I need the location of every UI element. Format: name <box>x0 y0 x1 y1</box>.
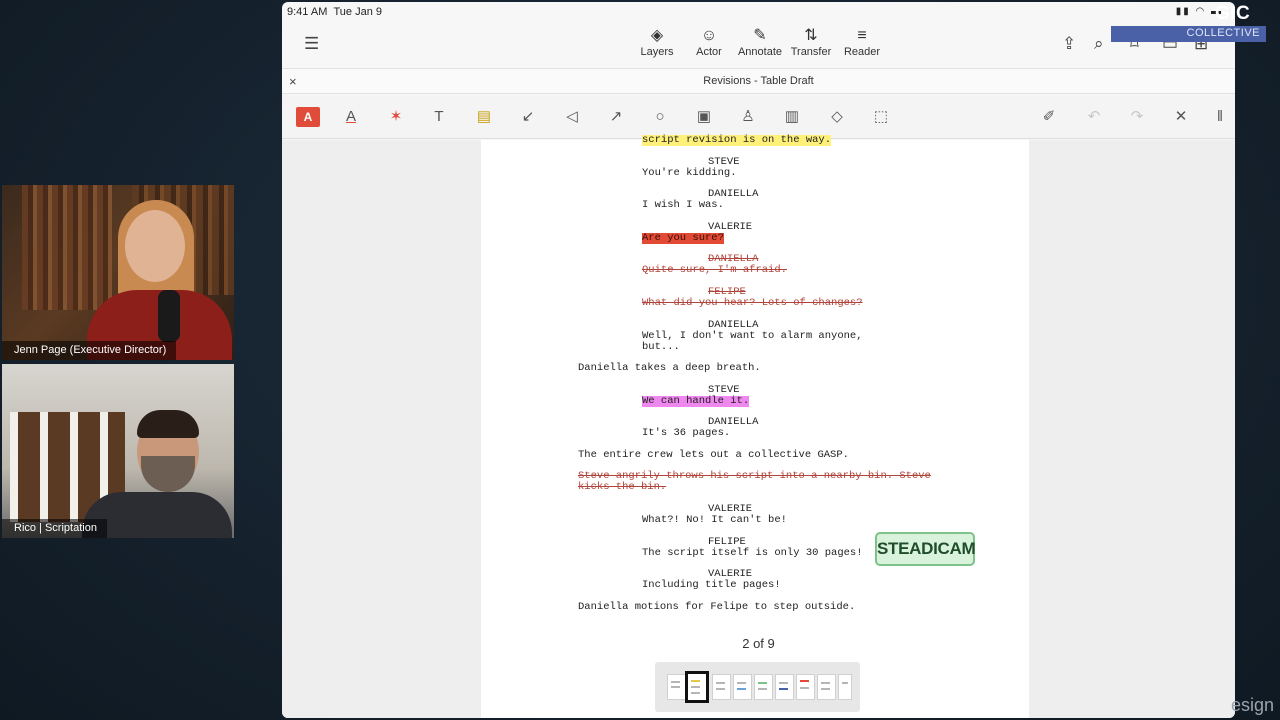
redo-icon[interactable]: ↷ <box>1125 107 1149 127</box>
reader-lines-icon: ≡ <box>857 27 867 44</box>
note-tool-icon[interactable]: ▥ <box>780 107 804 127</box>
person-hair <box>137 410 199 438</box>
document-title: Revisions - Table Draft <box>703 75 814 87</box>
page-thumbnail[interactable] <box>817 674 836 700</box>
dialogue-line-struck: Quite sure, I'm afraid. <box>642 264 787 276</box>
page-thumbnail[interactable] <box>733 674 752 700</box>
bookshelf <box>22 185 112 310</box>
dialogue-line: What?! No! It can't be! <box>642 514 787 526</box>
participant-name: Jenn Page (Executive Director) <box>2 341 177 360</box>
image-tool-icon[interactable]: ▣ <box>692 107 716 127</box>
dialogue-line-highlighted: Are you sure? <box>642 232 724 244</box>
transfer-button[interactable]: ⇅ Transfer <box>784 26 838 58</box>
pen-settings-icon[interactable]: ✐ <box>1037 107 1061 127</box>
page-thumbnail[interactable] <box>667 674 686 700</box>
status-bar: 9:41 AM Tue Jan 9 ▮▮ ◠ ▬ <box>282 2 1235 24</box>
dialogue-line: It's 36 pages. <box>642 427 731 439</box>
action-line-struck: kicks the bin. <box>578 481 667 493</box>
video-tile-rico: Rico | Scriptation <box>2 364 234 538</box>
action-line: The entire crew lets out a collective GA… <box>578 449 849 461</box>
layers-button[interactable]: ◈ Layers <box>630 26 684 58</box>
page-indicator: 2 of 9 <box>742 636 775 651</box>
layers-icon: ◈ <box>650 27 664 44</box>
brand-logo-banner: COLLECTIVE <box>1111 26 1266 42</box>
circle-tool-icon[interactable]: ○ <box>648 107 672 127</box>
reader-button[interactable]: ≡ Reader <box>835 26 889 58</box>
undo-icon[interactable]: ↶ <box>1082 107 1106 127</box>
stamp-tool-icon[interactable]: ♙ <box>736 107 760 127</box>
dialogue-line: Including title pages! <box>642 579 781 591</box>
page-thumbnail[interactable] <box>796 674 815 700</box>
comment-tool-icon[interactable]: ▤ <box>472 107 496 127</box>
page-thumbnail[interactable] <box>775 674 794 700</box>
action-line: Daniella takes a deep breath. <box>578 362 761 374</box>
strikethrough-tool-icon[interactable]: ✶ <box>384 107 408 127</box>
text-color-tool-icon[interactable]: A <box>339 107 363 127</box>
steadicam-stamp[interactable]: STEADICAM <box>875 532 976 566</box>
highlighter-tool-icon[interactable]: A <box>296 107 320 127</box>
annotate-button[interactable]: ✎ Annotate <box>733 26 787 58</box>
close-icon[interactable]: ✕ <box>1169 107 1193 127</box>
dialogue-line: I wish I was. <box>642 199 724 211</box>
arrow-tool-icon[interactable]: ↗ <box>604 107 628 127</box>
annotation-toolbar: A A ✶ T ▤ ↙ ◁ ↗ ○ ▣ ♙ ▥ ◇ ⬚ ✐ ↶ ↷ ✕ ‖ <box>282 95 1235 139</box>
script-line: script revision is on the way. <box>642 134 832 146</box>
microphone <box>158 290 180 342</box>
actor-button[interactable]: ☺ Actor <box>682 26 736 58</box>
page-thumbnail-strip[interactable] <box>655 662 860 712</box>
more-icon[interactable]: ‖ <box>1208 107 1232 127</box>
transfer-icon: ⇅ <box>804 27 818 44</box>
scriptation-app: 9:41 AM Tue Jan 9 ▮▮ ◠ ▬ ☰ ◈ Layers ☺ Ac… <box>282 2 1235 718</box>
action-line: Daniella motions for Felipe to step outs… <box>578 601 856 613</box>
video-tile-jenn: Jenn Page (Executive Director) <box>2 185 234 360</box>
pen-tool-icon[interactable]: ↙ <box>516 107 540 127</box>
select-area-tool-icon[interactable]: ⬚ <box>869 107 893 127</box>
actor-masks-icon: ☺ <box>700 27 718 44</box>
watermark-text: esign <box>1230 695 1274 715</box>
page-viewer[interactable]: script revision is on the way. STEVE You… <box>282 135 1235 718</box>
dialogue-line: but... <box>642 341 680 353</box>
top-toolbar: ☰ ◈ Layers ☺ Actor ✎ Annotate ⇅ Transfer… <box>282 24 1235 66</box>
page-thumbnail[interactable] <box>754 674 773 700</box>
participant-name: Rico | Scriptation <box>2 519 107 538</box>
script-page[interactable]: script revision is on the way. STEVE You… <box>481 135 1029 718</box>
pencil-icon: ✎ <box>753 27 767 44</box>
dialogue-line: You're kidding. <box>642 167 737 179</box>
status-time: 9:41 AM Tue Jan 9 <box>287 6 382 18</box>
page-thumbnail[interactable] <box>838 674 852 700</box>
eraser-tool-icon[interactable]: ◇ <box>825 107 849 127</box>
brand-logo-text: GIC <box>1215 3 1251 24</box>
dialogue-line: The script itself is only 30 pages! <box>642 547 863 559</box>
dialogue-line-struck: What did you hear? Lots of changes? <box>642 297 863 309</box>
page-thumbnail[interactable] <box>712 674 731 700</box>
share-icon[interactable]: ⇪ <box>1062 34 1076 54</box>
text-tool-icon[interactable]: T <box>427 107 451 127</box>
page-thumbnail-current[interactable] <box>685 671 709 703</box>
document-titlebar: × Revisions - Table Draft <box>282 68 1235 94</box>
person-beard <box>141 456 195 492</box>
person-face <box>125 210 185 282</box>
search-icon[interactable]: ⌕ <box>1094 34 1104 54</box>
dialogue-line-highlighted: We can handle it. <box>642 395 750 407</box>
lasso-tool-icon[interactable]: ◁ <box>560 107 584 127</box>
menu-icon[interactable]: ☰ <box>304 34 319 54</box>
